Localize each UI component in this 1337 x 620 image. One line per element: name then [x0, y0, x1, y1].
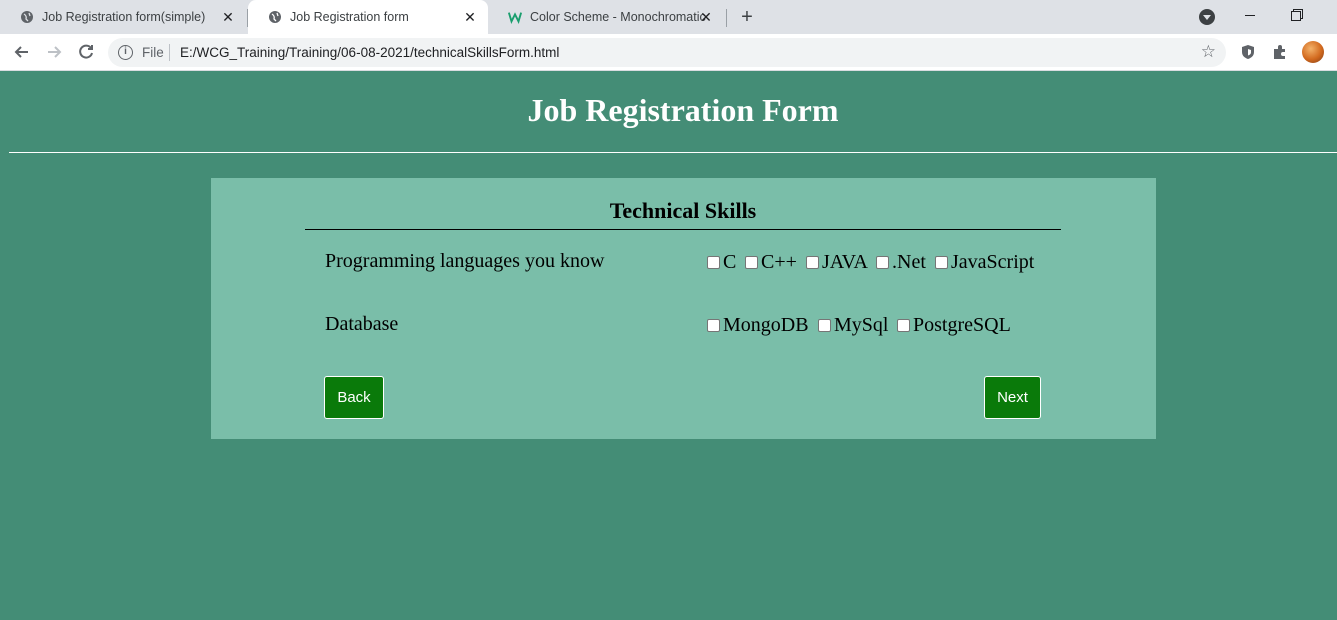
back-button[interactable]: Back: [324, 376, 384, 419]
checkbox-java[interactable]: JAVA: [806, 251, 868, 274]
checkbox-box[interactable]: [707, 319, 720, 332]
tab-title: Job Registration form(simple): [42, 10, 206, 24]
checkbox-mysql[interactable]: MySql: [818, 314, 888, 337]
checkbox-box[interactable]: [935, 256, 948, 269]
checkbox-c[interactable]: C: [707, 251, 736, 274]
security-label: File: [142, 45, 164, 60]
section-title: Technical Skills: [609, 198, 757, 223]
globe-icon: [269, 11, 281, 23]
url-text[interactable]: E:/WCG_Training/Training/06-08-2021/tech…: [180, 45, 559, 60]
checkbox-javascript[interactable]: JavaScript: [935, 251, 1034, 274]
checkbox-mongodb[interactable]: MongoDB: [707, 314, 809, 337]
forward-arrow-icon[interactable]: [44, 42, 64, 62]
w-logo-icon: [508, 12, 522, 24]
close-tab-icon[interactable]: ✕: [220, 9, 236, 25]
checkbox-box[interactable]: [876, 256, 889, 269]
checkbox-postgresql[interactable]: PostgreSQL: [897, 314, 1011, 337]
section-divider: [305, 229, 1061, 230]
close-tab-icon[interactable]: ✕: [462, 9, 478, 25]
checkbox-box[interactable]: [897, 319, 910, 332]
shield-extension-icon[interactable]: [1239, 43, 1257, 61]
tab-color-scheme[interactable]: Color Scheme - Monochromatic ✕: [488, 0, 724, 34]
tab-job-registration-simple[interactable]: Job Registration form(simple) ✕: [0, 0, 246, 34]
info-icon[interactable]: i: [118, 45, 133, 60]
profile-avatar[interactable]: [1302, 41, 1324, 63]
reload-icon[interactable]: [76, 42, 96, 62]
minimize-button[interactable]: [1238, 4, 1262, 26]
tab-job-registration[interactable]: Job Registration form ✕: [248, 0, 488, 35]
tab-separator: [726, 9, 727, 27]
new-tab-button[interactable]: +: [737, 7, 757, 27]
tab-title: Job Registration form: [290, 10, 409, 24]
address-separator: [169, 44, 170, 61]
next-button[interactable]: Next: [984, 376, 1041, 419]
checkbox-cpp[interactable]: C++: [745, 251, 797, 274]
header-divider: [9, 152, 1337, 153]
checkbox-box[interactable]: [707, 256, 720, 269]
page-title: Job Registration Form: [527, 92, 839, 128]
checkbox-box[interactable]: [806, 256, 819, 269]
tab-search-icon[interactable]: [1199, 9, 1215, 25]
tab-title: Color Scheme - Monochromatic: [530, 10, 706, 24]
puzzle-extensions-icon[interactable]: [1271, 43, 1289, 61]
address-bar[interactable]: i File E:/WCG_Training/Training/06-08-20…: [108, 38, 1226, 67]
restore-button[interactable]: [1285, 4, 1309, 26]
tab-strip: Job Registration form(simple) ✕ Job Regi…: [0, 0, 1337, 35]
browser-toolbar: i File E:/WCG_Training/Training/06-08-20…: [0, 34, 1337, 71]
checkbox-box[interactable]: [745, 256, 758, 269]
checkbox-dotnet[interactable]: .Net: [876, 251, 926, 274]
globe-icon: [21, 11, 33, 23]
back-arrow-icon[interactable]: [12, 42, 32, 62]
programming-languages-label: Programming languages you know: [325, 250, 605, 272]
bookmark-star-icon[interactable]: ☆: [1201, 42, 1216, 62]
checkbox-box[interactable]: [818, 319, 831, 332]
database-label: Database: [325, 313, 399, 335]
close-tab-icon[interactable]: ✕: [698, 9, 714, 25]
